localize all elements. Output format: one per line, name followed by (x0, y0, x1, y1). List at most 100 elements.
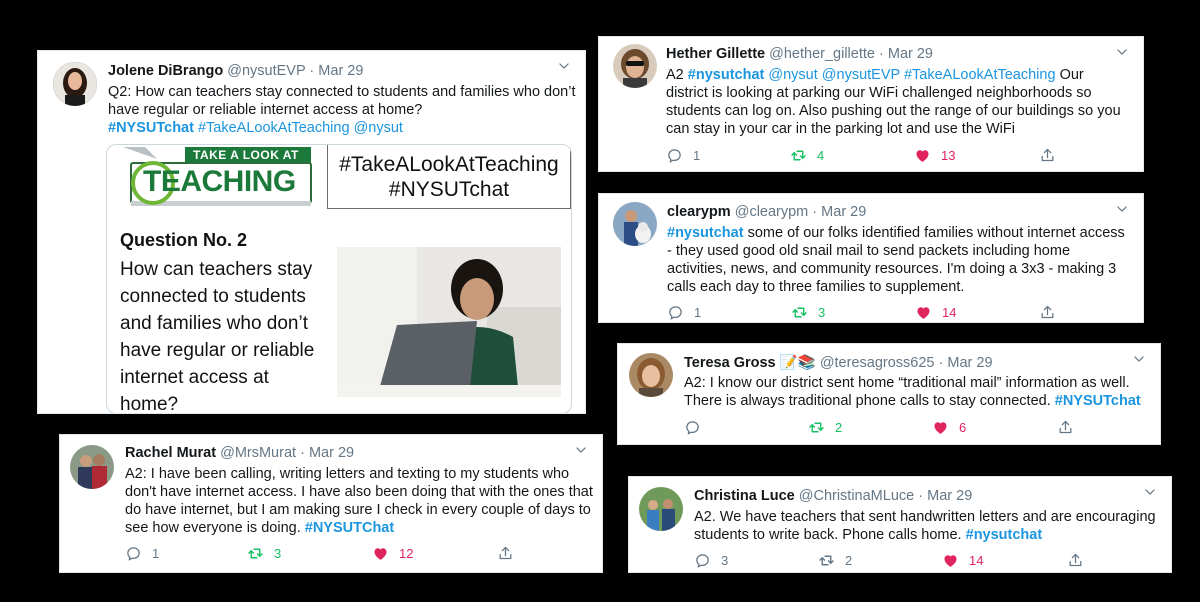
avatar[interactable] (613, 202, 657, 246)
share-button[interactable] (1039, 304, 1056, 321)
share-button[interactable] (1039, 147, 1056, 164)
banner-hashtag: #TakeALookAtTeaching (339, 153, 559, 176)
tweet-card-jolene[interactable]: Jolene DiBrango @nysutEVP · Mar 29 Q2: H… (37, 50, 586, 414)
like-icon (942, 552, 959, 569)
mention-link[interactable]: @nysut (768, 67, 817, 83)
tweet-date[interactable]: Mar 29 (947, 355, 992, 371)
tweet-image[interactable]: TAKE A LOOK AT TEACHING #TakeALookAtTeac… (106, 144, 572, 413)
retweet-button[interactable]: 4 (790, 147, 824, 164)
like-button[interactable]: 14 (942, 552, 983, 569)
hashtag-link[interactable]: #nysutchat (667, 225, 744, 241)
tweet-header: Rachel Murat @MrsMurat · Mar 29 (125, 445, 354, 461)
chevron-down-icon[interactable] (1143, 485, 1157, 499)
chevron-down-icon[interactable] (574, 443, 588, 457)
chevron-down-icon[interactable] (1115, 45, 1129, 59)
retweet-button[interactable]: 2 (808, 419, 842, 436)
avatar[interactable] (639, 487, 683, 531)
tweet-header: clearypm @clearypm · Mar 29 (667, 204, 866, 220)
tweet-prefix: A2 (666, 67, 684, 83)
share-button[interactable] (1067, 552, 1084, 569)
hashtag-link[interactable]: #TakeALookAtTeaching (198, 120, 350, 136)
author-name[interactable]: Jolene DiBrango (108, 63, 223, 79)
author-handle[interactable]: @ChristinaMLuce (799, 488, 914, 504)
share-button[interactable] (497, 545, 514, 562)
question-line: connected to students (120, 286, 306, 307)
author-name[interactable]: Christina Luce (694, 488, 795, 504)
tweet-card-teresa[interactable]: Teresa Gross 📝📚 @teresagross625 · Mar 29… (617, 343, 1161, 445)
like-icon (914, 147, 931, 164)
author-name[interactable]: Rachel Murat (125, 445, 216, 461)
share-icon (1039, 147, 1056, 164)
reply-count: 1 (693, 148, 701, 163)
tweet-card-hether[interactable]: Hether Gillette @hether_gillette · Mar 2… (598, 36, 1144, 172)
hashtag-link[interactable]: #TakeALookAtTeaching (904, 67, 1056, 83)
question-title: Question No. 2 (120, 230, 248, 250)
hashtag-link[interactable]: #nysutchat (966, 527, 1043, 543)
tweet-header: Teresa Gross 📝📚 @teresagross625 · Mar 29 (684, 354, 993, 371)
tweet-card-christina[interactable]: Christina Luce @ChristinaMLuce · Mar 29 … (628, 476, 1172, 573)
mention-link[interactable]: @nysutEVP (822, 67, 900, 83)
retweet-count: 4 (817, 148, 825, 163)
tweet-body: Q2: How can teachers stay connected to s… (108, 84, 576, 118)
author-handle[interactable]: @teresagross625 (820, 355, 935, 371)
reply-icon (667, 304, 684, 321)
retweet-icon (790, 147, 807, 164)
like-button[interactable]: 12 (372, 545, 413, 562)
reply-icon (125, 545, 142, 562)
tweet-date[interactable]: Mar 29 (318, 63, 363, 79)
tweet-text: A2 #nysutchat @nysut @nysutEVP #TakeALoo… (666, 66, 1128, 138)
tweet-date[interactable]: Mar 29 (927, 488, 972, 504)
question-line: internet access at (120, 367, 269, 388)
like-icon (372, 545, 389, 562)
like-button[interactable]: 6 (932, 419, 966, 436)
avatar[interactable] (629, 353, 673, 397)
retweet-button[interactable]: 3 (247, 545, 281, 562)
chevron-down-icon[interactable] (1132, 352, 1146, 366)
author-handle[interactable]: @hether_gillette (769, 46, 875, 62)
tweet-card-cleary[interactable]: clearypm @clearypm · Mar 29 #nysutchat s… (598, 193, 1144, 323)
author-handle[interactable]: @nysutEVP (227, 63, 305, 79)
separator-dot: · (878, 46, 884, 62)
chevron-down-icon[interactable] (1115, 202, 1129, 216)
reply-button[interactable]: 3 (694, 552, 728, 569)
reply-button[interactable]: 1 (666, 147, 700, 164)
hashtag-link[interactable]: #NYSUTchat (108, 120, 194, 136)
separator-dot: · (812, 204, 818, 220)
share-button[interactable] (1057, 419, 1074, 436)
retweet-button[interactable]: 2 (818, 552, 852, 569)
avatar[interactable] (613, 44, 657, 88)
author-handle[interactable]: @clearypm (735, 204, 809, 220)
tweet-actions: 1 4 13 (666, 147, 1128, 165)
like-icon (915, 304, 932, 321)
hashtag-link[interactable]: #NYSUTChat (305, 520, 394, 536)
tweet-date[interactable]: Mar 29 (888, 46, 933, 62)
hashtag-link[interactable]: #NYSUTchat (1055, 393, 1141, 409)
author-handle[interactable]: @MrsMurat (220, 445, 296, 461)
tweet-date[interactable]: Mar 29 (821, 204, 866, 220)
tweet-text: A2: I have been calling, writing letters… (125, 465, 595, 537)
like-button[interactable]: 14 (915, 304, 956, 321)
separator-dot: · (938, 355, 944, 371)
tweet-header: Jolene DiBrango @nysutEVP · Mar 29 (108, 63, 363, 79)
reply-count: 1 (152, 546, 160, 561)
reply-icon (684, 419, 701, 436)
reply-button[interactable]: 1 (667, 304, 701, 321)
avatar[interactable] (53, 62, 97, 106)
retweet-button[interactable]: 3 (791, 304, 825, 321)
hashtag-banner: #TakeALookAtTeaching #NYSUTchat (327, 145, 571, 209)
avatar[interactable] (70, 445, 114, 489)
tweet-actions: 1 3 12 (125, 545, 595, 563)
hashtag-link[interactable]: #nysutchat (688, 67, 765, 83)
reply-button[interactable]: 1 (125, 545, 159, 562)
reply-button[interactable] (684, 419, 711, 436)
author-name[interactable]: Hether Gillette (666, 46, 765, 62)
chevron-down-icon[interactable] (557, 59, 571, 73)
like-button[interactable]: 13 (914, 147, 955, 164)
tweet-card-rachel[interactable]: Rachel Murat @MrsMurat · Mar 29 A2: I ha… (59, 434, 603, 573)
author-name[interactable]: clearypm (667, 204, 731, 220)
like-count: 13 (941, 148, 956, 163)
like-count: 12 (399, 546, 414, 561)
author-name[interactable]: Teresa Gross (684, 355, 776, 371)
tweet-date[interactable]: Mar 29 (309, 445, 354, 461)
mention-link[interactable]: @nysut (354, 120, 403, 136)
